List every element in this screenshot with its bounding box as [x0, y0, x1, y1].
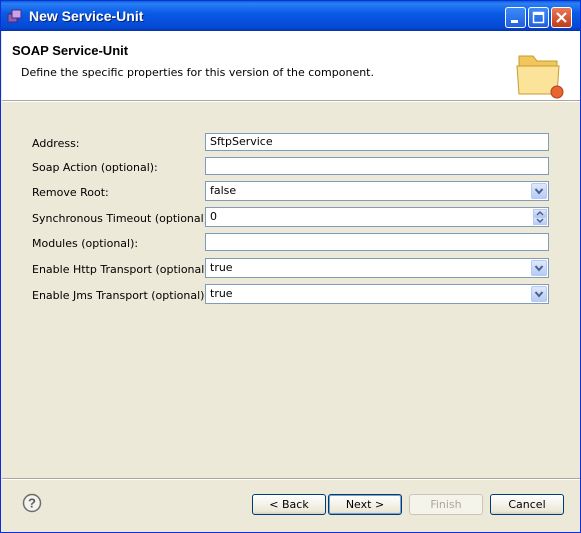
finish-button[interactable]: Finish [409, 494, 483, 515]
sync-timeout-label: Synchronous Timeout (optional): [32, 212, 212, 225]
maximize-button[interactable] [528, 7, 549, 28]
sync-timeout-value: 0 [210, 210, 217, 223]
window-title: New Service-Unit [29, 8, 144, 24]
address-label: Address: [32, 137, 80, 150]
spin-down-button[interactable] [533, 217, 547, 225]
close-icon [556, 12, 567, 23]
cancel-button[interactable]: Cancel [490, 494, 564, 515]
svg-text:?: ? [28, 496, 36, 511]
jms-transport-select[interactable]: true [205, 284, 549, 304]
next-button[interactable]: Next > [328, 494, 402, 515]
soap-action-input[interactable] [205, 157, 549, 175]
close-button[interactable] [551, 7, 572, 28]
chevron-down-icon [534, 265, 544, 272]
address-input[interactable]: SftpService [205, 133, 549, 151]
minimize-icon [511, 20, 518, 23]
sync-timeout-spinner[interactable]: 0 [205, 207, 549, 227]
http-transport-dropdown-button[interactable] [531, 260, 547, 276]
maximize-icon [532, 11, 545, 24]
footer-separator [2, 478, 580, 480]
header-separator [2, 100, 580, 102]
app-icon [7, 9, 22, 23]
modules-input[interactable] [205, 233, 549, 251]
page-title: SOAP Service-Unit [12, 43, 129, 58]
remove-root-dropdown-button[interactable] [531, 183, 547, 199]
chevron-down-icon [534, 291, 544, 298]
http-transport-select[interactable]: true [205, 258, 549, 278]
spin-up-button[interactable] [533, 209, 547, 217]
minimize-button[interactable] [505, 7, 526, 28]
modules-label: Modules (optional): [32, 237, 139, 250]
remove-root-select[interactable]: false [205, 181, 549, 201]
soap-action-label: Soap Action (optional): [32, 161, 158, 174]
title-bar[interactable]: New Service-Unit [1, 1, 580, 31]
chevron-down-icon [534, 188, 544, 195]
jms-transport-label: Enable Jms Transport (optional): [32, 289, 209, 302]
dialog-window: New Service-Unit SOAP Service-Unit Defin… [0, 0, 581, 533]
chevron-up-icon [536, 210, 544, 216]
jms-transport-dropdown-button[interactable] [531, 286, 547, 302]
remove-root-value: false [210, 184, 237, 197]
page-description: Define the specific properties for this … [21, 66, 374, 79]
http-transport-value: true [210, 261, 233, 274]
http-transport-label: Enable Http Transport (optional): [32, 263, 213, 276]
folder-icon [516, 55, 564, 99]
back-button[interactable]: < Back [252, 494, 326, 515]
wizard-header: SOAP Service-Unit Define the specific pr… [2, 31, 580, 100]
remove-root-label: Remove Root: [32, 186, 109, 199]
chevron-down-icon [536, 218, 544, 224]
jms-transport-value: true [210, 287, 233, 300]
help-icon[interactable]: ? [22, 493, 42, 513]
